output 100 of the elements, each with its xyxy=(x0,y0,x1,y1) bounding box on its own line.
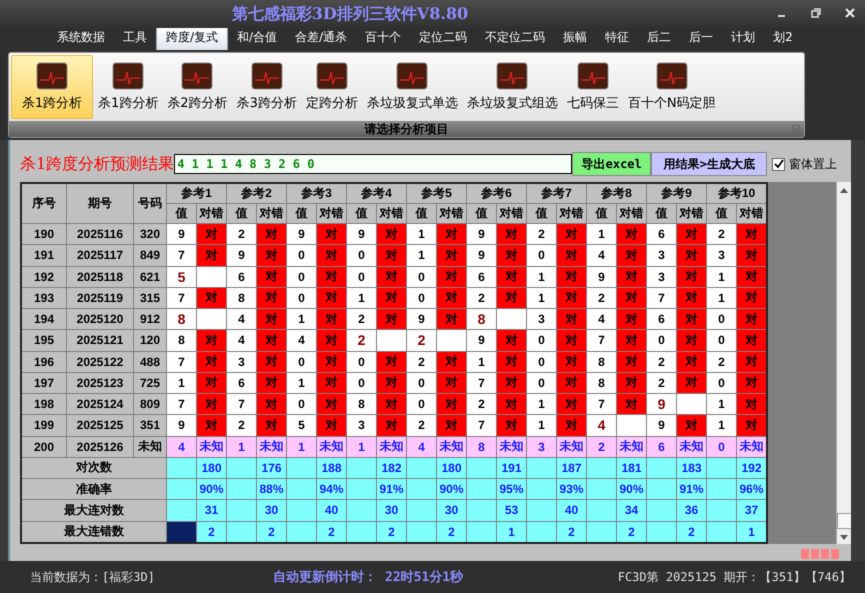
menu-tab[interactable]: 振幅 xyxy=(554,27,596,50)
table-cell: 对 xyxy=(496,351,526,372)
table-cell: 对 xyxy=(676,351,706,372)
table-cell: 对 xyxy=(436,351,466,372)
table-cell: 0 xyxy=(526,372,556,394)
table-cell: 对 xyxy=(616,330,646,351)
table-cell: 对 xyxy=(196,372,226,394)
table-cell: 对 xyxy=(436,287,466,308)
menu-tab[interactable]: 系统数据 xyxy=(48,27,114,50)
table-cell: 0 xyxy=(346,351,376,372)
scroll-thumb[interactable] xyxy=(836,513,852,529)
ribbon-button[interactable]: 杀1跨分析 xyxy=(94,55,162,119)
table-cell: 对 xyxy=(376,224,406,245)
ribbon-button[interactable]: 七码保三 xyxy=(562,55,623,119)
table-cell: 对 xyxy=(376,244,406,266)
table-cell: 对 xyxy=(496,414,526,436)
ribbon-button[interactable]: 杀垃圾复式组选 xyxy=(462,55,562,119)
column-header: 对错 xyxy=(676,204,706,224)
table-cell: 2 xyxy=(436,521,466,543)
table-cell: 对 xyxy=(676,330,706,351)
ribbon-button[interactable]: 杀2跨分析 xyxy=(163,55,232,119)
ribbon-button[interactable]: 杀垃圾复式单选 xyxy=(362,55,462,119)
table-cell: 9 xyxy=(166,224,196,245)
table-cell: 对 xyxy=(556,351,586,372)
menu-tab[interactable]: 定位二码 xyxy=(410,27,476,50)
column-group-header: 参考10 xyxy=(706,183,767,204)
menu-tab[interactable]: 和/合值 xyxy=(228,27,286,50)
table-cell: 31 xyxy=(196,500,226,521)
table-cell: 1 xyxy=(166,372,196,394)
table-cell: 对 xyxy=(496,244,526,266)
table-cell: 1 xyxy=(526,266,556,288)
table-cell: 7 xyxy=(586,330,616,351)
column-header: 期号 xyxy=(66,183,134,224)
ribbon-button[interactable]: 定跨分析 xyxy=(302,55,362,119)
row-header: 准确率 xyxy=(21,478,166,500)
table-cell: 1 xyxy=(496,521,526,543)
scrollbar[interactable] xyxy=(836,182,851,544)
column-header: 值 xyxy=(286,204,316,224)
menu-tab[interactable]: 跨度/复式 xyxy=(156,26,228,50)
menu-tab[interactable]: 特征 xyxy=(596,27,638,50)
table-cell: 36 xyxy=(676,500,706,521)
table-cell: 未知 xyxy=(616,436,646,458)
generate-button[interactable]: 用结果>生成大底 xyxy=(651,152,768,176)
table-cell: 对 xyxy=(736,330,767,351)
table-cell: 2 xyxy=(196,521,226,543)
table-cell: 181 xyxy=(616,457,646,478)
heartbeat-chart-icon xyxy=(250,62,283,90)
restore-icon[interactable] xyxy=(811,8,821,18)
table-cell: 0 xyxy=(406,266,436,288)
table-cell: 对 xyxy=(556,414,586,436)
table-cell: 2 xyxy=(526,224,556,245)
table-cell: 91% xyxy=(676,478,706,500)
column-group-header: 参考7 xyxy=(526,183,586,204)
table-cell: 对 xyxy=(256,414,286,436)
ribbon-button[interactable]: 杀1跨分析 xyxy=(11,55,93,119)
table-cell: 1 xyxy=(526,394,556,415)
menu-tab[interactable]: 后一 xyxy=(680,27,722,50)
table-cell: 对 xyxy=(316,414,346,436)
table-cell: 190 xyxy=(21,224,66,245)
menu-tab[interactable]: 工具 xyxy=(114,27,156,50)
table-cell: 未知 xyxy=(736,436,767,458)
table-cell: 对 xyxy=(376,394,406,415)
table-cell: 对 xyxy=(376,308,406,330)
window-title: 第七感福彩3D排列三软件V8.80 xyxy=(232,4,468,24)
table-cell: 对 xyxy=(616,308,646,330)
export-button[interactable]: 导出excel xyxy=(572,152,652,176)
table-cell: 2 xyxy=(406,330,436,351)
table-cell: 对 xyxy=(316,224,346,245)
menu-tab[interactable]: 后二 xyxy=(638,27,680,50)
table-cell: 196 xyxy=(21,351,66,372)
table-cell: 2 xyxy=(556,521,586,543)
column-header: 值 xyxy=(466,204,496,224)
table-cell: 849 xyxy=(134,244,166,266)
table-cell: 192 xyxy=(21,266,66,288)
table-cell: 4 xyxy=(586,308,616,330)
checkbox[interactable] xyxy=(772,158,786,170)
table-cell: 2025116 xyxy=(66,224,134,245)
menu-tab[interactable]: 计划 xyxy=(722,27,764,50)
ribbon-button[interactable]: 百十个N码定胆 xyxy=(624,55,720,119)
table-cell: 93% xyxy=(556,478,586,500)
table-cell: 7 xyxy=(466,414,496,436)
menu-tab[interactable]: 划2 xyxy=(764,27,802,50)
menu-tab[interactable]: 合差/通杀 xyxy=(286,27,356,50)
result-field[interactable]: 4 1 1 1 4 8 3 2 6 0 xyxy=(174,154,572,174)
table-cell xyxy=(436,330,466,351)
table-cell: 对 xyxy=(556,330,586,351)
table-cell: 2 xyxy=(466,287,496,308)
scroll-down-icon[interactable] xyxy=(840,535,848,540)
table-cell: 对 xyxy=(736,414,767,436)
ribbon-button[interactable]: 杀3跨分析 xyxy=(232,55,301,119)
scroll-up-icon[interactable] xyxy=(840,188,848,193)
table-cell: 对 xyxy=(196,330,226,351)
menu-tab[interactable]: 不定位二码 xyxy=(476,27,554,50)
table-cell: 未知 xyxy=(436,436,466,458)
menu-tab[interactable]: 百十个 xyxy=(356,27,410,50)
table-cell: 2025117 xyxy=(66,244,134,266)
table-cell: 对 xyxy=(256,287,286,308)
table-cell: 未知 xyxy=(496,436,526,458)
close-icon[interactable] xyxy=(845,8,855,18)
table-cell: 320 xyxy=(134,224,166,245)
